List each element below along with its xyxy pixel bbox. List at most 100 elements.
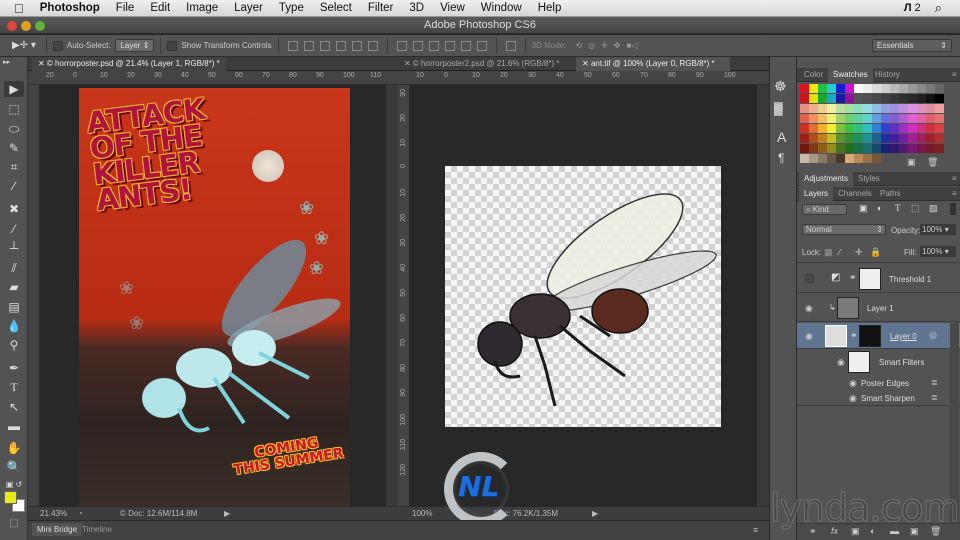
color-swatch[interactable] <box>935 94 944 103</box>
layer-row-threshold-1[interactable]: ◩ ⚭ Threshold 1 <box>797 265 960 293</box>
filter-blending-options-icon[interactable]: ≣ <box>931 393 938 402</box>
spotlight-search-icon[interactable]: ⌕ <box>935 0 942 16</box>
visibility-toggle-off[interactable] <box>805 274 814 283</box>
close-tab-icon[interactable]: ✕ <box>38 59 45 68</box>
color-swatch[interactable] <box>809 114 818 123</box>
color-swatch[interactable] <box>881 84 890 93</box>
horror-poster-canvas[interactable]: ATTACK OF THE KILLER ANTS! ❀ ❀ ❀ ❀ ❀ COM… <box>79 88 350 507</box>
color-swatch[interactable] <box>935 124 944 133</box>
color-swatch[interactable] <box>899 114 908 123</box>
color-swatch[interactable] <box>908 124 917 133</box>
color-swatch[interactable] <box>827 114 836 123</box>
color-swatch[interactable] <box>836 134 845 143</box>
menu-app-name[interactable]: Photoshop <box>32 2 108 14</box>
color-swatch[interactable] <box>836 114 845 123</box>
collapse-tools-icon[interactable]: ▸▸ <box>3 59 23 67</box>
color-swatch[interactable] <box>818 104 827 113</box>
navigator-icon[interactable]: ☸ <box>774 78 787 95</box>
color-swatch[interactable] <box>899 134 908 143</box>
color-swatch[interactable] <box>818 114 827 123</box>
color-swatch[interactable] <box>926 144 935 153</box>
opacity-field[interactable]: 100% ▾ <box>920 224 956 235</box>
color-swatch[interactable] <box>818 84 827 93</box>
color-swatch[interactable] <box>926 134 935 143</box>
color-swatch[interactable] <box>890 124 899 133</box>
color-swatch[interactable] <box>881 134 890 143</box>
tab-adjustments[interactable]: Adjustments <box>799 172 854 186</box>
dodge-tool-icon[interactable]: ⚲ <box>4 337 24 353</box>
ant-tif-canvas[interactable] <box>445 166 721 427</box>
color-swatch[interactable] <box>854 84 863 93</box>
color-swatch[interactable] <box>872 104 881 113</box>
path-selection-tool-icon[interactable]: ↖ <box>4 399 24 415</box>
mask-link-icon[interactable]: ⚭ <box>849 272 857 283</box>
distribute-left-icon[interactable] <box>444 40 455 51</box>
color-swatch[interactable] <box>827 144 836 153</box>
clone-stamp-tool-icon[interactable]: ┴ <box>4 240 24 256</box>
color-swatch[interactable] <box>845 154 854 163</box>
type-tool-icon[interactable]: T <box>4 379 24 395</box>
pen-tool-icon[interactable]: ✒ <box>4 360 24 376</box>
left-status-options-icon[interactable]: ◔ <box>78 507 83 520</box>
3d-drag-icon[interactable]: ✛ <box>601 41 608 50</box>
color-swatch[interactable] <box>881 94 890 103</box>
left-vertical-scrollbar[interactable] <box>386 85 398 506</box>
filter-shape-icon[interactable]: ⬚ <box>911 203 920 214</box>
color-swatch[interactable] <box>863 84 872 93</box>
menu-3d[interactable]: 3D <box>401 2 432 14</box>
adobe-badge[interactable]: Л 2 <box>904 2 921 14</box>
histogram-icon[interactable]: ▓ <box>774 101 783 115</box>
color-swatch[interactable] <box>926 84 935 93</box>
align-left-icon[interactable] <box>335 40 346 51</box>
color-swatch[interactable] <box>935 144 944 153</box>
color-swatch[interactable] <box>935 114 944 123</box>
tab-paths[interactable]: Paths <box>875 187 905 201</box>
color-swatch[interactable] <box>845 144 854 153</box>
brush-tool-icon[interactable]: ⁄ <box>4 221 24 237</box>
align-hcenter-icon[interactable] <box>351 40 362 51</box>
distribute-bottom-icon[interactable] <box>428 40 439 51</box>
3d-rotate-icon[interactable]: ⟲ <box>575 41 582 50</box>
tab-horrorposter[interactable]: ✕ © horrorposter.psd @ 21.4% (Layer 1, R… <box>32 57 226 71</box>
marquee-tool-icon[interactable]: ⬚ <box>4 101 24 117</box>
color-swatch[interactable] <box>800 144 809 153</box>
color-swatch[interactable] <box>881 144 890 153</box>
color-swatch[interactable] <box>836 94 845 103</box>
color-swatch[interactable] <box>827 154 836 163</box>
healing-brush-tool-icon[interactable]: ✖ <box>4 201 24 217</box>
color-swatch[interactable] <box>917 124 926 133</box>
color-swatch[interactable] <box>917 104 926 113</box>
distribute-top-icon[interactable] <box>396 40 407 51</box>
history-brush-tool-icon[interactable]: ⫽ <box>4 260 24 276</box>
blur-tool-icon[interactable]: 💧 <box>4 318 24 334</box>
color-swatch[interactable] <box>872 154 881 163</box>
align-right-icon[interactable] <box>367 40 378 51</box>
color-swatch[interactable] <box>836 144 845 153</box>
layer-filter-kind-dropdown[interactable]: ⌕ Kind <box>802 204 847 215</box>
color-swatch[interactable] <box>908 84 917 93</box>
new-swatch-icon[interactable]: ▣ <box>907 157 916 168</box>
smart-filters-row[interactable]: ◉ Smart Filters <box>797 350 960 374</box>
align-top-icon[interactable] <box>287 40 298 51</box>
color-swatch[interactable] <box>800 154 809 163</box>
menu-view[interactable]: View <box>432 2 473 14</box>
color-swatch[interactable] <box>863 144 872 153</box>
color-swatch[interactable] <box>809 94 818 103</box>
color-swatch[interactable] <box>845 104 854 113</box>
color-swatch[interactable] <box>836 84 845 93</box>
crop-tool-icon[interactable]: ⌗ <box>4 159 24 175</box>
color-swatch[interactable] <box>800 134 809 143</box>
adjustments-menu-icon[interactable]: ≡ <box>947 172 960 186</box>
workspace-dropdown[interactable]: Essentials ⇕ <box>872 39 952 52</box>
color-swatch[interactable] <box>872 94 881 103</box>
show-transform-checkbox[interactable] <box>167 40 178 51</box>
bottom-panel-menu-icon[interactable]: ≡ <box>753 525 758 535</box>
color-swatch[interactable] <box>845 124 854 133</box>
color-swatch[interactable] <box>818 144 827 153</box>
color-swatch[interactable] <box>845 94 854 103</box>
menu-help[interactable]: Help <box>530 2 570 14</box>
color-swatch[interactable] <box>899 94 908 103</box>
zoom-window-button[interactable] <box>35 21 45 31</box>
lock-position-icon[interactable]: ✛ <box>855 247 863 258</box>
color-swatch[interactable] <box>854 114 863 123</box>
